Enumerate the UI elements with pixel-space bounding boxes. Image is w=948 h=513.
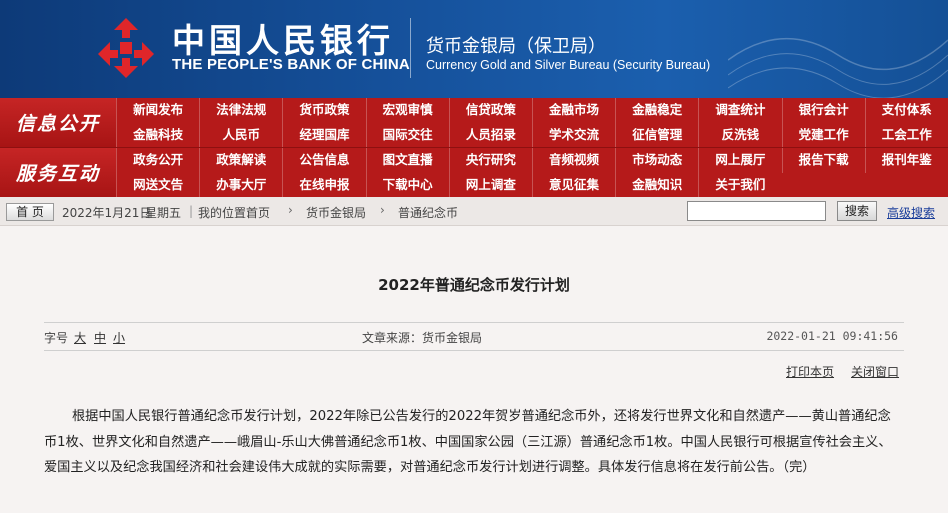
nav-item[interactable]: 新闻发布	[116, 98, 199, 123]
nav-item[interactable]: 办事大厅	[199, 172, 282, 197]
nav-item[interactable]: 人员招录	[448, 122, 532, 147]
nav-item[interactable]: 报刊年鉴	[864, 148, 948, 173]
nav-item[interactable]: 调查统计	[698, 98, 781, 123]
search-input[interactable]	[687, 201, 826, 221]
nav-item[interactable]: 网上展厅	[698, 148, 781, 173]
nav-item[interactable]: 金融稳定	[615, 98, 698, 123]
nav-item[interactable]: 支付体系	[864, 98, 948, 123]
nav-item[interactable]: 网送文告	[116, 172, 199, 197]
nav-label-info: 信息公开	[0, 98, 116, 147]
nav-grid-info: 新闻发布 法律法规 货币政策 宏观审慎 信贷政策 金融市场 金融稳定 调查统计 …	[116, 98, 948, 147]
nav-item[interactable]: 关于我们	[698, 172, 781, 197]
nav-item[interactable]: 市场动态	[615, 148, 698, 173]
meta-divider-bottom	[44, 350, 904, 351]
nav-item[interactable]: 政策解读	[199, 148, 282, 173]
chevron-right-icon: ›	[288, 203, 293, 217]
nav-item[interactable]: 货币政策	[282, 98, 365, 123]
bureau-name-en: Currency Gold and Silver Bureau (Securit…	[426, 58, 711, 72]
nav-item[interactable]: 金融市场	[531, 98, 615, 123]
nav-item[interactable]: 金融科技	[116, 122, 199, 147]
publish-time: 2022-01-21 09:41:56	[766, 329, 898, 343]
location-label: 我的位置:	[198, 206, 251, 220]
chevron-right-icon: ›	[380, 203, 385, 217]
meta-divider-top	[44, 322, 904, 323]
nav-row-service: 服务互动 政务公开 政策解读 公告信息 图文直播 央行研究 音频视频 市场动态 …	[0, 148, 948, 197]
nav-label-service: 服务互动	[0, 148, 116, 197]
article-title: 2022年普通纪念币发行计划	[378, 276, 570, 294]
bureau-name-cn: 货币金银局（保卫局）	[426, 36, 606, 57]
header-divider	[410, 18, 411, 78]
advanced-search-link[interactable]: 高级搜索	[887, 204, 935, 221]
font-medium-button[interactable]: 中	[94, 329, 106, 346]
nav-item[interactable]: 音频视频	[531, 148, 615, 173]
nav-item[interactable]: 法律法规	[199, 98, 282, 123]
nav-item[interactable]: 工会工作	[864, 122, 948, 147]
nav-item[interactable]: 宏观审慎	[365, 98, 449, 123]
print-link[interactable]: 打印本页	[786, 363, 834, 380]
wave-decoration	[728, 38, 948, 98]
pboc-logo-icon[interactable]	[92, 16, 160, 80]
breadcrumb-bureau-link[interactable]: 货币金银局	[306, 204, 366, 221]
nav-item[interactable]: 意见征集	[531, 172, 615, 197]
nav-item[interactable]: 国际交往	[365, 122, 449, 147]
nav-item[interactable]: 人民币	[199, 122, 282, 147]
nav-item[interactable]: 央行研究	[448, 148, 532, 173]
search-button[interactable]: 搜索	[837, 201, 877, 221]
current-weekday: 星期五	[145, 206, 182, 220]
home-button[interactable]: 首 页	[6, 203, 54, 221]
nav-item[interactable]: 征信管理	[615, 122, 698, 147]
nav-item[interactable]: 网上调查	[448, 172, 532, 197]
nav-grid-service: 政务公开 政策解读 公告信息 图文直播 央行研究 音频视频 市场动态 网上展厅 …	[116, 148, 948, 197]
close-window-link[interactable]: 关闭窗口	[851, 363, 899, 380]
nav-item[interactable]: 报告下载	[781, 148, 865, 173]
breadcrumb-home-link[interactable]: 首页	[246, 204, 270, 221]
site-header: 中国人民银行 THE PEOPLE'S BANK OF CHINA 货币金银局（…	[0, 0, 948, 98]
nav-item[interactable]: 图文直播	[365, 148, 449, 173]
nav-item[interactable]: 公告信息	[282, 148, 365, 173]
article-body: 根据中国人民银行普通纪念币发行计划，2022年除已公告发行的2022年贺岁普通纪…	[44, 409, 892, 475]
font-size-label: 字号	[44, 331, 69, 345]
current-date: 2022年1月21日	[62, 206, 152, 220]
nav-item[interactable]: 党建工作	[781, 122, 865, 147]
nav-item[interactable]: 政务公开	[116, 148, 199, 173]
bank-name-en: THE PEOPLE'S BANK OF CHINA	[172, 56, 410, 73]
nav-item[interactable]: 反洗钱	[698, 122, 781, 147]
nav-item[interactable]: 金融知识	[615, 172, 698, 197]
font-small-button[interactable]: 小	[113, 329, 125, 346]
breadcrumb-bar: 首 页 2022年1月21日 星期五 | 我的位置: 首页 › 货币金银局 › …	[0, 197, 948, 226]
nav-item[interactable]: 在线申报	[282, 172, 365, 197]
breadcrumb-coin-link[interactable]: 普通纪念币	[398, 204, 458, 221]
article-content: 2022年普通纪念币发行计划 字号 大 中 小 文章来源：货币金银局 2022-…	[0, 226, 948, 513]
main-nav: 信息公开 新闻发布 法律法规 货币政策 宏观审慎 信贷政策 金融市场 金融稳定 …	[0, 98, 948, 197]
nav-item[interactable]: 银行会计	[781, 98, 865, 123]
breadcrumb-separator: |	[189, 204, 194, 218]
nav-item[interactable]: 信贷政策	[448, 98, 532, 123]
nav-item[interactable]: 下载中心	[365, 172, 449, 197]
nav-item[interactable]: 学术交流	[531, 122, 615, 147]
article-source: 文章来源：货币金银局	[362, 331, 483, 345]
bank-name-cn: 中国人民银行	[172, 21, 394, 60]
nav-item[interactable]: 经理国库	[282, 122, 365, 147]
font-large-button[interactable]: 大	[74, 329, 86, 346]
nav-row-info: 信息公开 新闻发布 法律法规 货币政策 宏观审慎 信贷政策 金融市场 金融稳定 …	[0, 98, 948, 147]
